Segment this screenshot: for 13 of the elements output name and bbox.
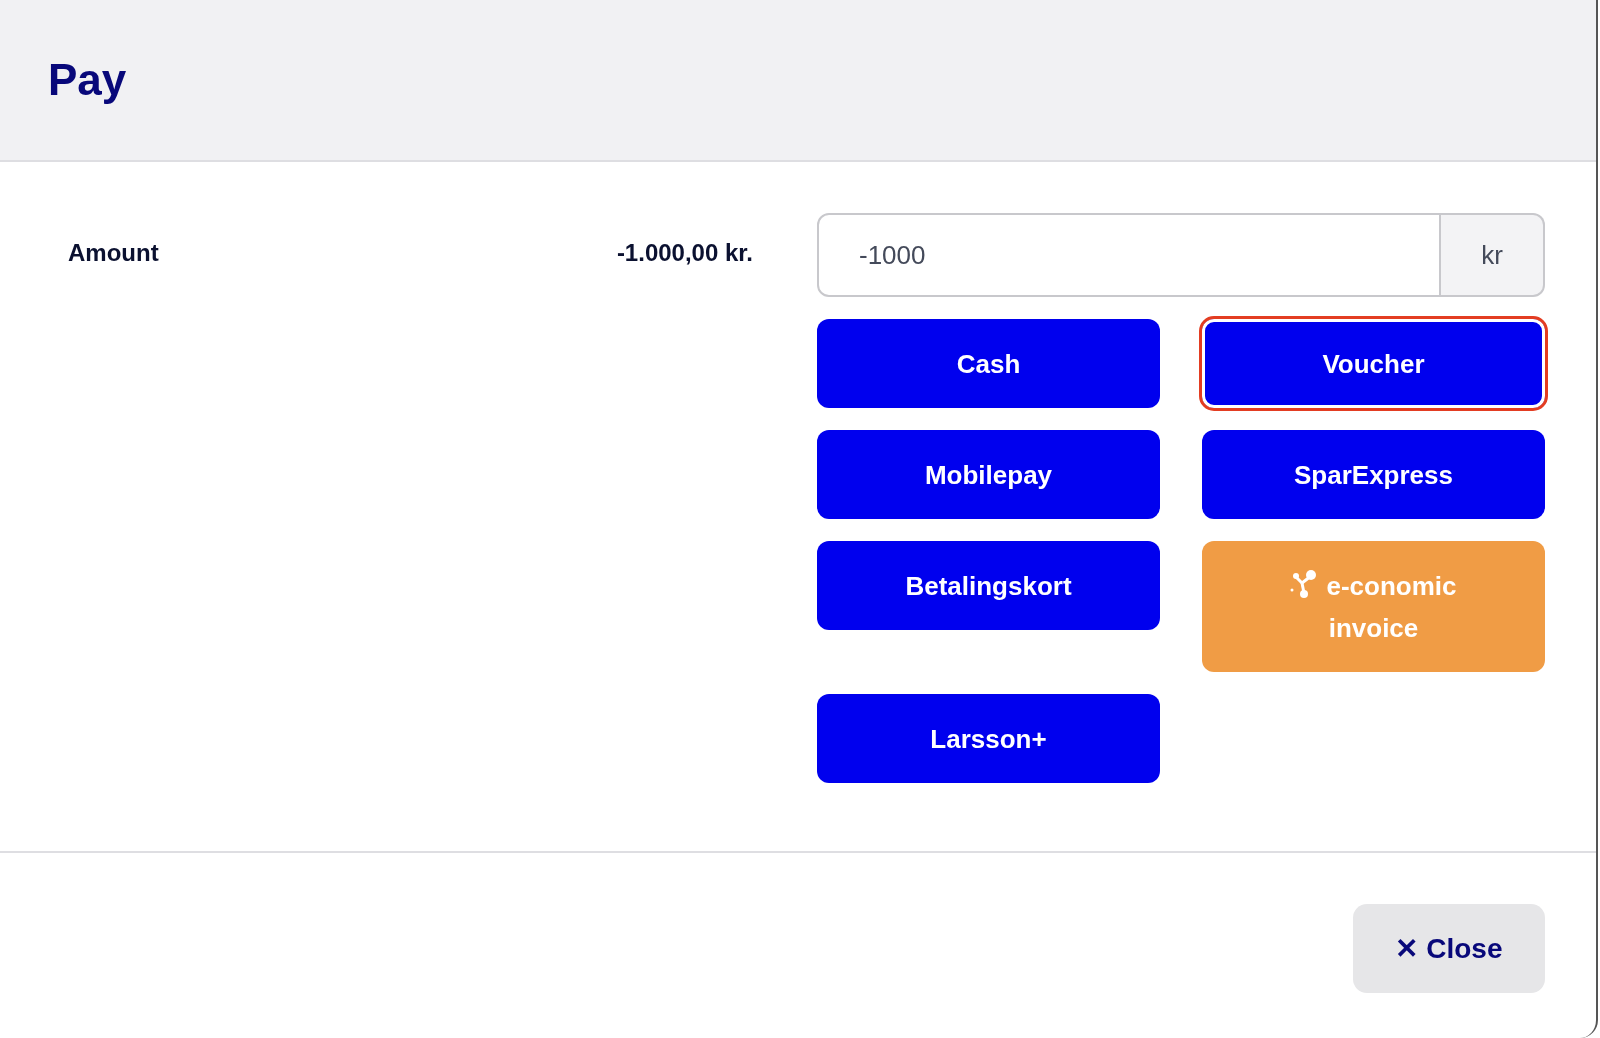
payment-method-button[interactable]: SparExpress [1202, 430, 1545, 519]
payment-method-button[interactable]: Cash [817, 319, 1160, 408]
amount-input-field[interactable]: -1000 [817, 213, 1441, 297]
dialog-title: Pay [48, 55, 127, 105]
payment-method-button[interactable]: Betalingskort [817, 541, 1160, 630]
payment-method-button[interactable]: Voucher [1202, 319, 1545, 408]
nodes-icon [1290, 568, 1317, 599]
amount-value: -1.000,00 kr. [616, 239, 753, 267]
close-button[interactable]: ✕ Close [1353, 904, 1545, 993]
amount-label: Amount [68, 239, 159, 267]
currency-unit: kr [1441, 213, 1545, 297]
payment-method-button[interactable]: Mobilepay [817, 430, 1160, 519]
payment-method-button[interactable]: Larsson+ [817, 694, 1160, 783]
